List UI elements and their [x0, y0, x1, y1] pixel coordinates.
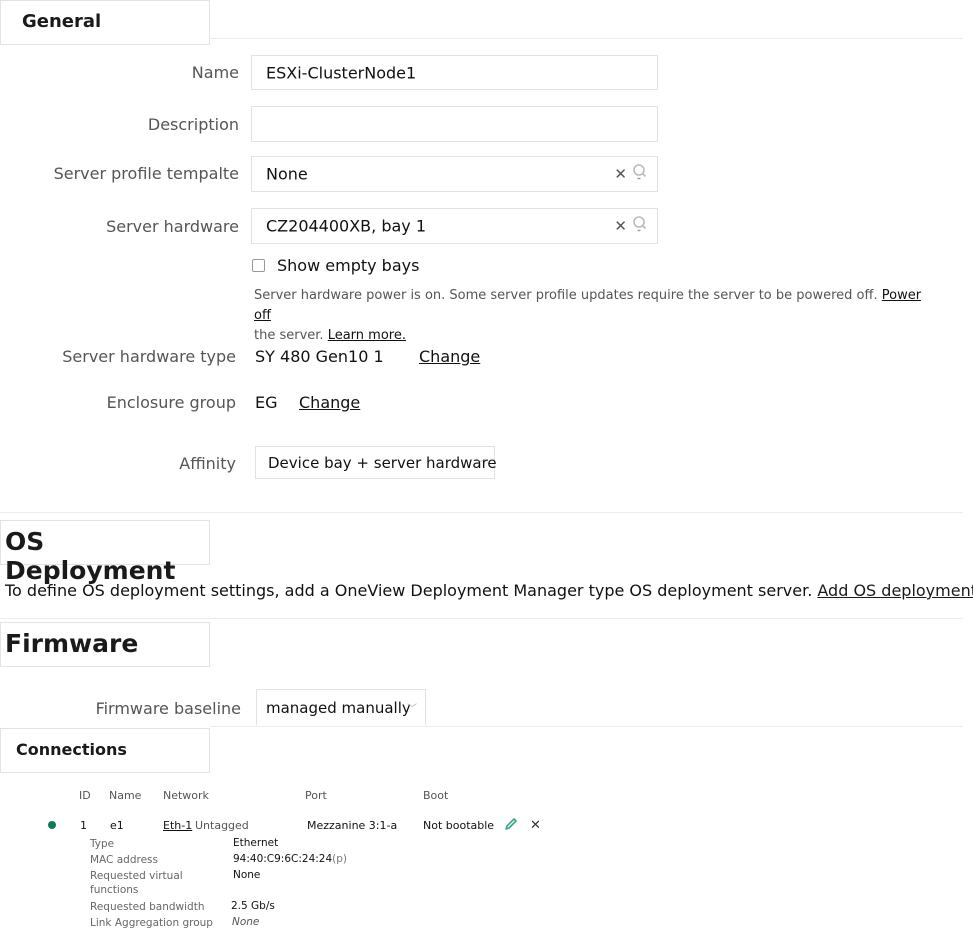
clear-icon[interactable]: ✕: [614, 165, 627, 183]
divider: [210, 38, 963, 39]
divider: [210, 726, 963, 727]
detail-label-lag: Link Aggregation group: [90, 917, 213, 929]
enclosure-group-label: Enclosure group: [106, 393, 236, 412]
column-header-network: Network: [163, 789, 209, 802]
network-link[interactable]: Eth-1: [163, 819, 192, 832]
status-dot-icon: [48, 821, 56, 829]
firmware-baseline-value: managed manually: [266, 698, 411, 717]
os-deployment-notice: To define OS deployment settings, add a …: [5, 581, 973, 600]
show-empty-bays-checkbox[interactable]: [252, 259, 265, 272]
connections-section-header: Connections: [0, 728, 210, 773]
os-deployment-text: To define OS deployment settings, add a …: [5, 581, 813, 600]
name-label: Name: [191, 63, 239, 82]
connection-port: Mezzanine 3:1-a: [307, 819, 398, 832]
server-hardware-type-value: SY 480 Gen10 1: [255, 347, 384, 366]
affinity-value: Device bay + server hardware: [268, 453, 497, 472]
affinity-select[interactable]: Device bay + server hardware ﹀: [255, 446, 497, 479]
add-os-deployment-server-link[interactable]: Add OS deployment server: [817, 581, 973, 600]
server-profile-template-value: None: [266, 164, 308, 184]
learn-more-link[interactable]: Learn more.: [328, 328, 406, 343]
clear-icon[interactable]: ✕: [614, 217, 627, 235]
os-deployment-heading: OS Deployment: [5, 527, 176, 585]
description-input[interactable]: [251, 106, 658, 142]
chevron-down-icon: ﹀: [476, 458, 486, 470]
change-enclosure-group-link[interactable]: Change: [299, 393, 360, 412]
detail-label-mac: MAC address: [90, 854, 158, 866]
os-deployment-section-header: OS Deployment: [0, 520, 210, 585]
divider: [0, 512, 963, 513]
firmware-heading: Firmware: [5, 629, 139, 658]
edit-icon[interactable]: [504, 816, 518, 835]
server-profile-template-input[interactable]: None ✕: [251, 156, 658, 192]
server-hardware-label: Server hardware: [106, 217, 239, 236]
detail-value-lag: None: [232, 916, 260, 928]
firmware-section-header: Firmware: [0, 622, 210, 667]
connection-id: 1: [80, 819, 87, 832]
enclosure-group-value: EG: [255, 393, 278, 412]
detail-value-mac: 94:40:C9:6C:24:24(p): [233, 853, 347, 865]
general-heading: General: [22, 11, 102, 32]
search-icon[interactable]: [632, 163, 648, 185]
description-label: Description: [147, 115, 239, 134]
detail-value-virtual-functions: None: [233, 869, 261, 881]
change-hardware-type-link[interactable]: Change: [419, 347, 480, 366]
detail-label-bandwidth: Requested bandwidth: [90, 901, 205, 913]
name-value: ESXi-ClusterNode1: [266, 63, 417, 82]
mac-suffix: (p): [332, 853, 348, 865]
server-hardware-value: CZ204400XB, bay 1: [266, 216, 427, 236]
show-empty-bays-label[interactable]: Show empty bays: [277, 256, 419, 275]
connections-heading: Connections: [16, 740, 127, 759]
mac-address: 94:40:C9:6C:24:24: [233, 853, 333, 865]
server-hardware-input[interactable]: CZ204400XB, bay 1 ✕: [251, 208, 658, 244]
detail-value-bandwidth: 2.5 Gb/s: [231, 900, 275, 912]
firmware-baseline-select[interactable]: managed manually ﹀: [256, 689, 426, 725]
power-notice-text: Server hardware power is on. Some server…: [254, 288, 878, 303]
power-notice-text-after: the server.: [254, 328, 324, 343]
column-header-id: ID: [79, 789, 91, 802]
detail-label-virtual-functions: Requested virtual functions: [90, 870, 183, 896]
affinity-label: Affinity: [179, 454, 236, 473]
detail-label-type: Type: [90, 838, 115, 850]
detail-value-type: Ethernet: [233, 837, 279, 849]
divider: [0, 618, 963, 619]
server-hardware-type-label: Server hardware type: [62, 347, 236, 366]
column-header-boot: Boot: [423, 789, 449, 802]
power-notice: Server hardware power is on. Some server…: [254, 286, 934, 346]
connection-name: e1: [110, 819, 124, 832]
chevron-down-icon: ﹀: [407, 703, 417, 715]
general-section-header: General: [0, 0, 210, 45]
name-input[interactable]: ESXi-ClusterNode1: [251, 55, 658, 90]
search-icon[interactable]: [632, 215, 648, 237]
delete-icon[interactable]: ✕: [530, 818, 541, 833]
firmware-baseline-label: Firmware baseline: [95, 699, 241, 718]
column-header-port: Port: [305, 789, 327, 802]
column-header-name: Name: [109, 789, 142, 802]
connection-boot: Not bootable: [423, 819, 495, 832]
network-tag: Untagged: [195, 819, 249, 832]
server-profile-template-label: Server profile tempalte: [53, 164, 239, 183]
